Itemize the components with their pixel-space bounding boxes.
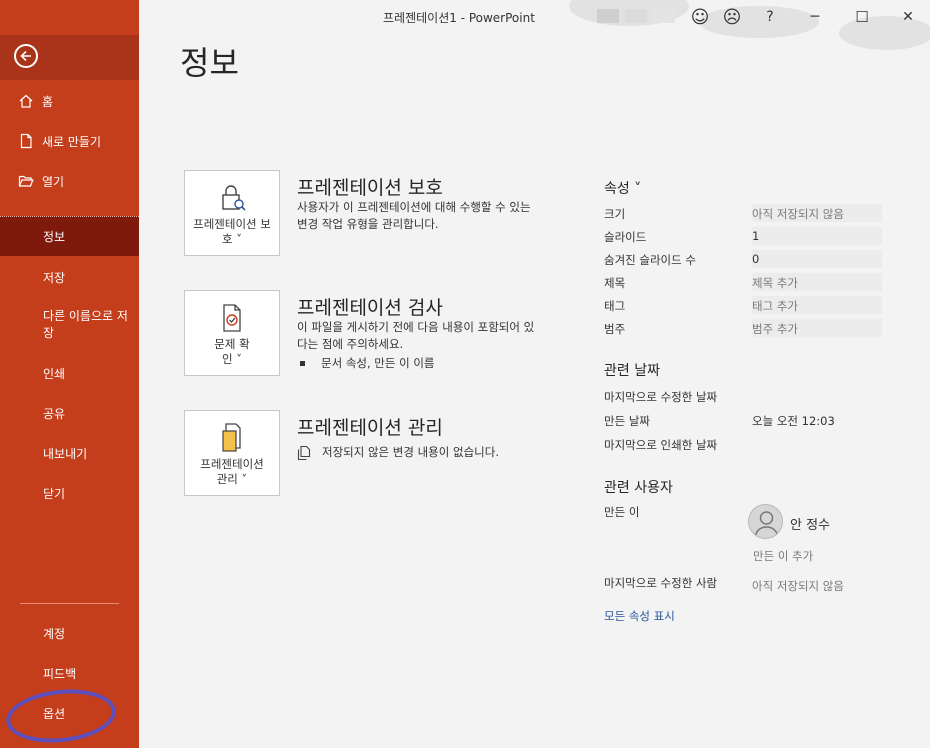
manage-title: 프레젠테이션 관리 bbox=[297, 417, 443, 439]
blurred-account bbox=[625, 9, 647, 23]
blurred-account bbox=[653, 9, 675, 23]
document-check-icon bbox=[215, 301, 249, 335]
related-dates-heading: 관련 날짜 bbox=[604, 363, 660, 379]
last-modified-by-value: 아직 저장되지 않음 bbox=[752, 579, 844, 593]
nav-print[interactable]: 인쇄 bbox=[0, 353, 139, 393]
hidden-slides-label: 숨겨진 슬라이드 수 bbox=[604, 253, 696, 267]
nav-export-label: 내보내기 bbox=[43, 446, 88, 461]
nav-save-as[interactable]: 다른 이름으로 저장 bbox=[0, 301, 139, 349]
avatar[interactable] bbox=[748, 504, 783, 539]
created-value: 오늘 오전 12:03 bbox=[752, 414, 835, 428]
nav-open-label: 열기 bbox=[42, 174, 65, 189]
show-all-properties-link[interactable]: 모든 속성 표시 bbox=[604, 608, 675, 624]
author-name: 안 정수 bbox=[790, 518, 831, 533]
manage-tile-label: 프레젠테이션 관리 ˅ bbox=[200, 457, 264, 486]
nav-save[interactable]: 저장 bbox=[0, 257, 139, 297]
size-value: 아직 저장되지 않음 bbox=[752, 204, 882, 222]
nav-account[interactable]: 계정 bbox=[0, 613, 139, 653]
category-label: 범주 bbox=[604, 322, 626, 336]
add-author-input[interactable]: 만든 이 추가 bbox=[753, 548, 813, 564]
inspect-title: 프레젠테이션 검사 bbox=[297, 297, 443, 319]
created-label: 만든 날짜 bbox=[604, 414, 650, 428]
nav-feedback[interactable]: 피드백 bbox=[0, 653, 139, 693]
protect-title: 프레젠테이션 보호 bbox=[297, 177, 443, 199]
backstage-sidebar: 홈 새로 만들기 열기 정보 저장 다른 이름으로 저장 인쇄 공유 내보내기 … bbox=[0, 0, 139, 748]
properties-dropdown[interactable]: 속성 ˅ bbox=[604, 178, 641, 198]
manage-description: 저장되지 않은 변경 내용이 없습니다. bbox=[322, 445, 499, 459]
tags-label: 태그 bbox=[604, 299, 626, 313]
last-printed-label: 마지막으로 인쇄한 날짜 bbox=[604, 438, 718, 452]
title-input[interactable]: 제목 추가 bbox=[752, 273, 882, 291]
last-modified-by-label: 마지막으로 수정한 사람 bbox=[604, 576, 718, 590]
author-label: 만든 이 bbox=[604, 505, 640, 519]
protect-presentation-button[interactable]: 프레젠테이션 보호 ˅ bbox=[184, 170, 280, 256]
manage-document-icon bbox=[215, 421, 249, 455]
slides-label: 슬라이드 bbox=[604, 230, 647, 244]
nav-close[interactable]: 닫기 bbox=[0, 473, 139, 513]
page-title: 정보 bbox=[180, 44, 239, 82]
last-modified-label: 마지막으로 수정한 날짜 bbox=[604, 390, 718, 404]
maximize-button[interactable]: ☐ bbox=[851, 6, 873, 28]
arrow-left-icon bbox=[20, 50, 31, 62]
nav-new-label: 새로 만들기 bbox=[42, 134, 102, 149]
manage-presentation-button[interactable]: 프레젠테이션 관리 ˅ bbox=[184, 410, 280, 496]
inspect-bullet-item: 문서 속성, 만든 이 이름 bbox=[300, 355, 435, 371]
check-issues-button[interactable]: 문제 확인 ˅ bbox=[184, 290, 280, 376]
hidden-slides-value: 0 bbox=[752, 250, 882, 268]
nav-info[interactable]: 정보 bbox=[0, 216, 139, 256]
new-document-icon bbox=[18, 133, 34, 149]
folder-open-icon bbox=[18, 173, 34, 189]
nav-home[interactable]: 홈 bbox=[0, 81, 139, 121]
tags-input[interactable]: 태그 추가 bbox=[752, 296, 882, 314]
inspect-description: 이 파일을 게시하기 전에 다음 내용이 포함되어 있다는 점에 주의하세요. bbox=[297, 320, 535, 351]
person-icon bbox=[754, 511, 779, 538]
smile-feedback-icon[interactable]: ☺ bbox=[689, 6, 711, 28]
help-icon[interactable]: ? bbox=[759, 6, 781, 28]
title-bar: 프레젠테이션1 - PowerPoint ☺ ☹ ? ─ ☐ ✕ bbox=[139, 0, 930, 50]
minimize-button[interactable]: ─ bbox=[804, 6, 826, 28]
nav-save-label: 저장 bbox=[43, 270, 66, 285]
slides-value: 1 bbox=[752, 227, 882, 245]
nav-feedback-label: 피드백 bbox=[43, 666, 77, 681]
home-icon bbox=[18, 93, 34, 109]
nav-print-label: 인쇄 bbox=[43, 366, 66, 381]
protect-tile-label: 프레젠테이션 보호 ˅ bbox=[193, 217, 271, 246]
nav-home-label: 홈 bbox=[42, 94, 54, 109]
nav-export[interactable]: 내보내기 bbox=[0, 433, 139, 473]
back-area bbox=[0, 35, 139, 80]
nav-share[interactable]: 공유 bbox=[0, 393, 139, 433]
close-button[interactable]: ✕ bbox=[897, 6, 919, 28]
frown-feedback-icon[interactable]: ☹ bbox=[721, 6, 743, 28]
back-button[interactable] bbox=[14, 44, 38, 68]
lock-search-icon bbox=[215, 181, 249, 215]
nav-close-label: 닫기 bbox=[43, 486, 66, 501]
category-input[interactable]: 범주 추가 bbox=[752, 319, 882, 337]
sidebar-divider bbox=[20, 603, 119, 604]
nav-account-label: 계정 bbox=[43, 626, 66, 641]
protect-description: 사용자가 이 프레젠테이션에 대해 수행할 수 있는 변경 작업 유형을 관리합… bbox=[297, 200, 531, 231]
window-title: 프레젠테이션1 - PowerPoint bbox=[383, 11, 535, 25]
blurred-account bbox=[597, 9, 619, 23]
document-copy-icon bbox=[297, 445, 311, 461]
nav-new[interactable]: 새로 만들기 bbox=[0, 121, 139, 161]
related-people-heading: 관련 사용자 bbox=[604, 480, 673, 496]
title-label: 제목 bbox=[604, 276, 626, 290]
nav-open[interactable]: 열기 bbox=[0, 161, 139, 201]
nav-share-label: 공유 bbox=[43, 406, 66, 421]
nav-save-as-label: 다른 이름으로 저장 bbox=[43, 309, 128, 340]
size-label: 크기 bbox=[604, 207, 626, 221]
nav-info-label: 정보 bbox=[43, 230, 66, 244]
inspect-tile-label: 문제 확인 ˅ bbox=[214, 337, 250, 366]
